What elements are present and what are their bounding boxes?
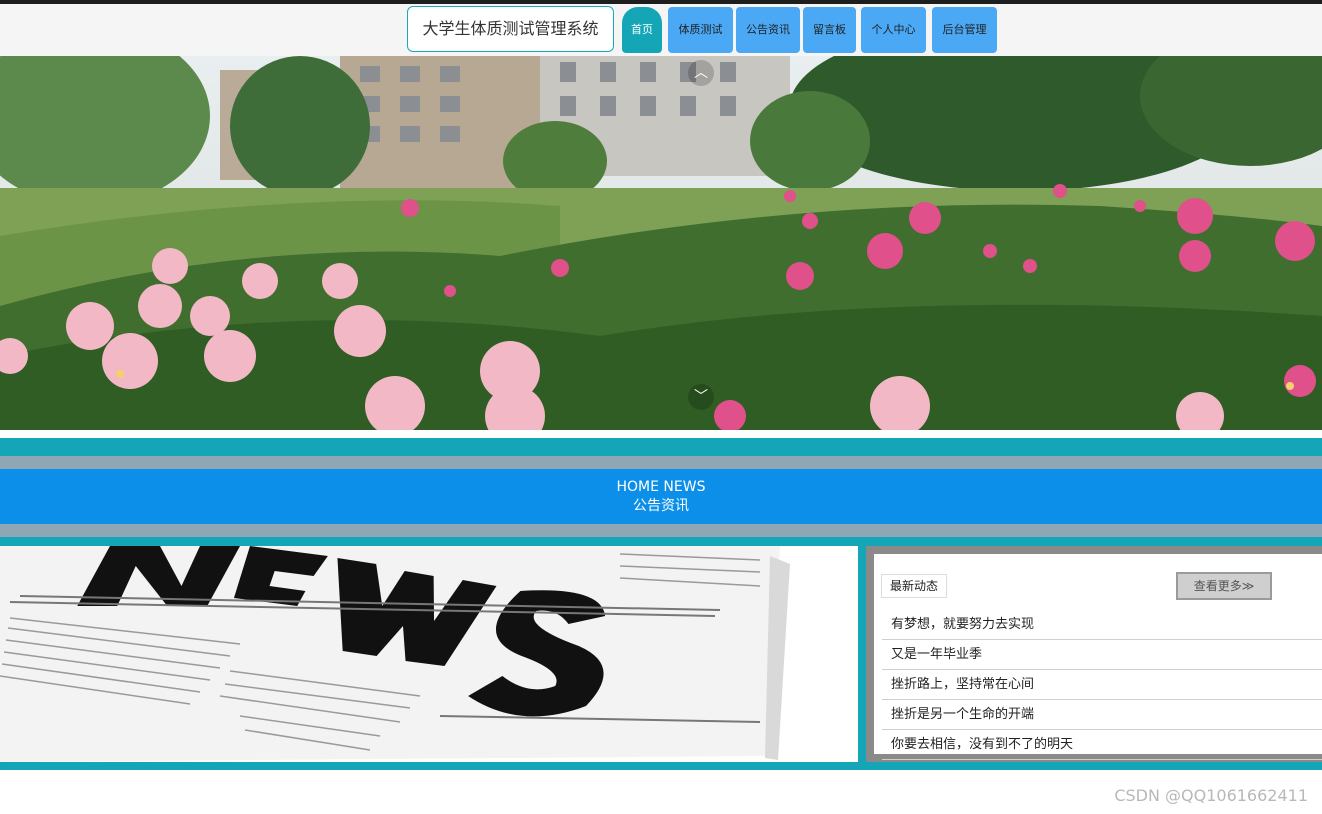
gray-band-bottom: [0, 524, 1322, 537]
news-item-5[interactable]: 你要去相信，没有到不了的明天: [882, 730, 1322, 760]
news-item-3[interactable]: 挫折路上，坚持常在心间: [882, 670, 1322, 700]
nav-fitness-test[interactable]: 体质测试: [668, 7, 733, 53]
news-item-2[interactable]: 又是一年毕业季: [882, 640, 1322, 670]
accent-band: [0, 438, 1322, 456]
latest-tab[interactable]: 最新动态: [881, 574, 947, 598]
accent-band-footer: [0, 762, 1322, 770]
banner-carousel[interactable]: ︿ ﹀: [0, 56, 1322, 430]
top-navbar: 大学生体质测试管理系统 首页 体质测试 公告资讯 留言板 个人中心 后台管理: [0, 4, 1322, 56]
nav-admin[interactable]: 后台管理: [932, 7, 997, 53]
latest-news-list: 有梦想，就要努力去实现 又是一年毕业季 挫折路上，坚持常在心间 挫折是另一个生命…: [882, 610, 1322, 760]
watermark: CSDN @QQ1061662411: [1114, 786, 1308, 805]
news-item-1[interactable]: 有梦想，就要努力去实现: [882, 610, 1322, 640]
divider: [0, 430, 1322, 438]
news-item-4[interactable]: 挫折是另一个生命的开端: [882, 700, 1322, 730]
chevron-up-icon[interactable]: ︿: [688, 60, 714, 86]
latest-news-panel: 最新动态 查看更多≫ 有梦想，就要努力去实现 又是一年毕业季 挫折路上，坚持常在…: [866, 546, 1322, 762]
accent-band-bottom: [0, 537, 1322, 546]
site-title: 大学生体质测试管理系统: [407, 6, 614, 52]
chevron-down-icon[interactable]: ﹀: [688, 384, 714, 410]
news-section-header: HOME NEWS 公告资讯: [0, 469, 1322, 524]
nav-personal-center[interactable]: 个人中心: [861, 7, 926, 53]
latest-news-card: 最新动态 查看更多≫ 有梦想，就要努力去实现 又是一年毕业季 挫折路上，坚持常在…: [874, 554, 1322, 760]
section-title-en: HOME NEWS: [616, 479, 706, 495]
gray-band: [0, 456, 1322, 469]
nav-message-board[interactable]: 留言板: [803, 7, 856, 53]
nav-home[interactable]: 首页: [622, 7, 662, 53]
news-newspaper-image: [0, 546, 858, 762]
nav-announcements[interactable]: 公告资讯: [736, 7, 800, 53]
view-more-button[interactable]: 查看更多≫: [1176, 572, 1272, 600]
newspaper-picture: [0, 546, 858, 762]
banner-image: [0, 56, 1322, 430]
section-title-cn: 公告资讯: [633, 498, 689, 514]
